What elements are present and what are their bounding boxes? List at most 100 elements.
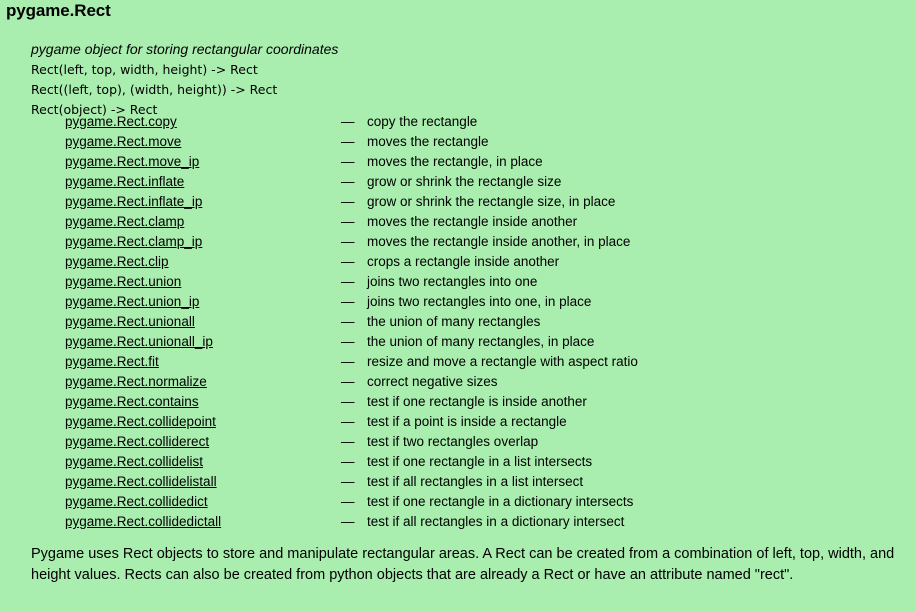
table-row: pygame.Rect.union — joins two rectangles… [0,272,916,292]
method-name-cell: pygame.Rect.normalize [0,372,341,392]
method-summary-table: pygame.Rect.copy — copy the rectangle py… [0,112,916,532]
class-description: Pygame uses Rect objects to store and ma… [31,546,895,583]
method-description-cell: grow or shrink the rectangle size, in pl… [367,194,616,209]
method-link-copy[interactable]: pygame.Rect.copy [65,114,177,129]
method-name-cell: pygame.Rect.fit [0,352,341,372]
signature-line: Rect((left, top), (width, height)) -> Re… [31,82,278,97]
method-link-contains[interactable]: pygame.Rect.contains [65,394,199,409]
method-name-cell: pygame.Rect.clip [0,252,341,272]
method-link-normalize[interactable]: pygame.Rect.normalize [65,374,207,389]
method-name-cell: pygame.Rect.collidelist [0,452,341,472]
method-link-union-ip[interactable]: pygame.Rect.union_ip [65,294,199,309]
table-row: pygame.Rect.collidelist — test if one re… [0,452,916,472]
method-link-move-ip[interactable]: pygame.Rect.move_ip [65,154,199,169]
table-row: pygame.Rect.copy — copy the rectangle [0,112,916,132]
method-description-cell: moves the rectangle, in place [367,154,543,169]
method-name-cell: pygame.Rect.contains [0,392,341,412]
table-row: pygame.Rect.inflate — grow or shrink the… [0,172,916,192]
table-row: pygame.Rect.collidedict — test if one re… [0,492,916,512]
method-description-cell: the union of many rectangles, in place [367,334,595,349]
method-name-cell: pygame.Rect.colliderect [0,432,341,452]
intro-block: pygame object for storing rectangular co… [31,40,911,120]
method-name-cell: pygame.Rect.collidelistall [0,472,341,492]
method-link-collidepoint[interactable]: pygame.Rect.collidepoint [65,414,216,429]
method-description-cell: moves the rectangle inside another, in p… [367,234,631,249]
method-description-cell: the union of many rectangles [367,314,541,329]
table-row: pygame.Rect.contains — test if one recta… [0,392,916,412]
method-link-clamp-ip[interactable]: pygame.Rect.clamp_ip [65,234,202,249]
table-row: pygame.Rect.move_ip — moves the rectangl… [0,152,916,172]
method-name-cell: pygame.Rect.move [0,132,341,152]
method-link-inflate-ip[interactable]: pygame.Rect.inflate_ip [65,194,202,209]
method-name-cell: pygame.Rect.clamp [0,212,341,232]
summary-line: pygame object for storing rectangular co… [31,41,339,57]
method-link-unionall-ip[interactable]: pygame.Rect.unionall_ip [65,334,213,349]
table-row: pygame.Rect.collidelistall — test if all… [0,472,916,492]
method-link-collidelistall[interactable]: pygame.Rect.collidelistall [65,474,217,489]
row-separator: — [341,514,355,529]
table-row: pygame.Rect.colliderect — test if two re… [0,432,916,452]
method-name-cell: pygame.Rect.inflate [0,172,341,192]
table-row: pygame.Rect.collidedictall — test if all… [0,512,916,532]
method-description-cell: moves the rectangle inside another [367,214,578,229]
method-link-clamp[interactable]: pygame.Rect.clamp [65,214,184,229]
table-row: pygame.Rect.clamp — moves the rectangle … [0,212,916,232]
table-row: pygame.Rect.inflate_ip — grow or shrink … [0,192,916,212]
row-separator: — [341,354,355,369]
row-separator: — [341,254,355,269]
row-separator: — [341,274,355,289]
table-row: pygame.Rect.clamp_ip — moves the rectang… [0,232,916,252]
method-description-cell: moves the rectangle [367,134,489,149]
table-row: pygame.Rect.unionall — the union of many… [0,312,916,332]
row-separator: — [341,394,355,409]
table-row: pygame.Rect.normalize — correct negative… [0,372,916,392]
table-row: pygame.Rect.collidepoint — test if a poi… [0,412,916,432]
method-description-cell: test if all rectangles in a dictionary i… [367,514,625,529]
method-link-collidedictall[interactable]: pygame.Rect.collidedictall [65,514,221,529]
signature-line: Rect(left, top, width, height) -> Rect [31,62,258,77]
row-separator: — [341,214,355,229]
row-separator: — [341,314,355,329]
method-link-move[interactable]: pygame.Rect.move [65,134,181,149]
method-link-clip[interactable]: pygame.Rect.clip [65,254,169,269]
method-name-cell: pygame.Rect.collidedict [0,492,341,512]
method-name-cell: pygame.Rect.union [0,272,341,292]
method-name-cell: pygame.Rect.unionall [0,312,341,332]
method-link-colliderect[interactable]: pygame.Rect.colliderect [65,434,209,449]
method-link-collidelist[interactable]: pygame.Rect.collidelist [65,454,203,469]
signature-list: Rect(left, top, width, height) -> Rect R… [31,60,911,120]
method-description-cell: test if a point is inside a rectangle [367,414,567,429]
table-row: pygame.Rect.union_ip — joins two rectang… [0,292,916,312]
row-separator: — [341,294,355,309]
method-link-inflate[interactable]: pygame.Rect.inflate [65,174,184,189]
method-name-cell: pygame.Rect.unionall_ip [0,332,341,352]
row-separator: — [341,434,355,449]
method-description-cell: copy the rectangle [367,114,478,129]
method-name-cell: pygame.Rect.clamp_ip [0,232,341,252]
row-separator: — [341,234,355,249]
table-row: pygame.Rect.fit — resize and move a rect… [0,352,916,372]
method-description-cell: test if one rectangle in a list intersec… [367,454,593,469]
method-description-cell: resize and move a rectangle with aspect … [367,354,638,369]
method-name-cell: pygame.Rect.collidepoint [0,412,341,432]
method-description-cell: test if one rectangle in a dictionary in… [367,494,634,509]
method-description-cell: test if all rectangles in a list interse… [367,474,584,489]
row-separator: — [341,114,355,129]
method-name-cell: pygame.Rect.move_ip [0,152,341,172]
method-description-cell: correct negative sizes [367,374,498,389]
method-description-cell: test if two rectangles overlap [367,434,539,449]
method-link-collidedict[interactable]: pygame.Rect.collidedict [65,494,208,509]
method-name-cell: pygame.Rect.copy [0,112,341,132]
row-separator: — [341,494,355,509]
method-description-cell: crops a rectangle inside another [367,254,560,269]
documentation-page: pygame.Rect pygame object for storing re… [0,0,916,611]
table-row: pygame.Rect.unionall_ip — the union of m… [0,332,916,352]
method-name-cell: pygame.Rect.union_ip [0,292,341,312]
row-separator: — [341,414,355,429]
table-row: pygame.Rect.move — moves the rectangle [0,132,916,152]
method-link-fit[interactable]: pygame.Rect.fit [65,354,159,369]
method-link-unionall[interactable]: pygame.Rect.unionall [65,314,195,329]
table-row: pygame.Rect.clip — crops a rectangle ins… [0,252,916,272]
method-description-cell: joins two rectangles into one [367,274,538,289]
method-link-union[interactable]: pygame.Rect.union [65,274,181,289]
